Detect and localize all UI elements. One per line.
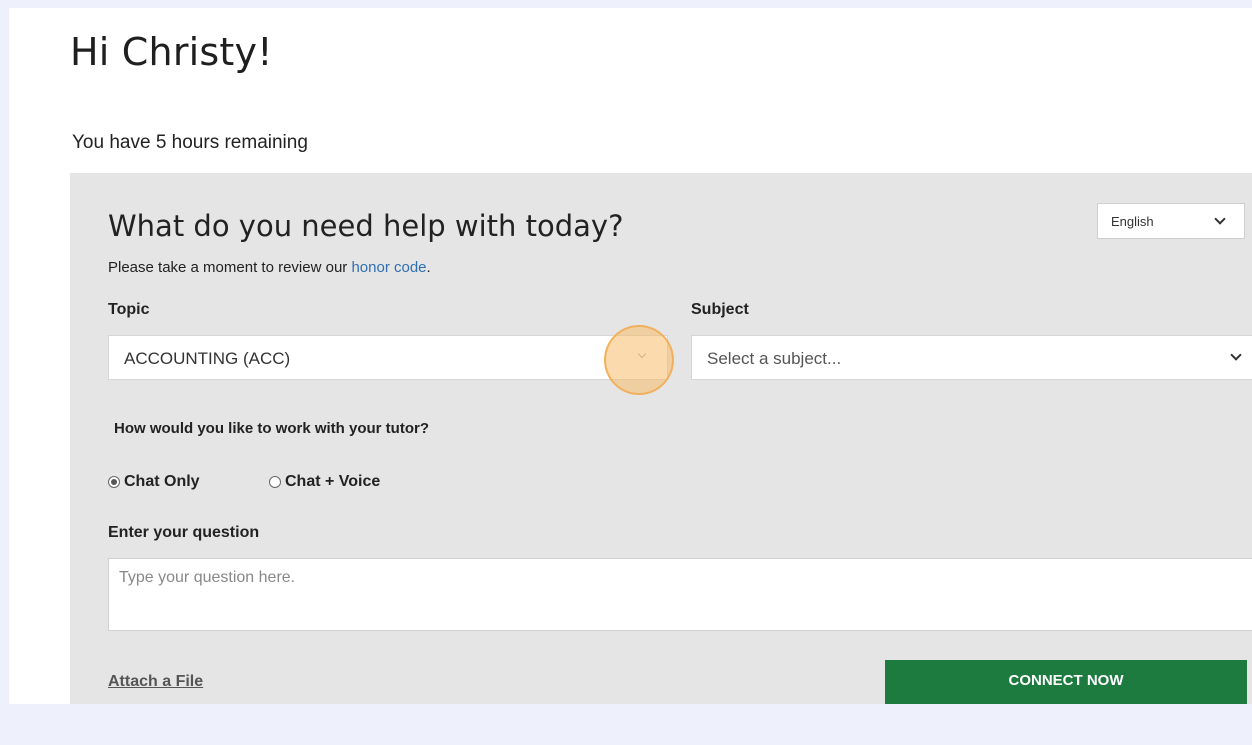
work-mode-question: How would you like to work with your tut… — [114, 420, 429, 437]
topic-select[interactable]: ACCOUNTING (ACC) — [108, 335, 668, 380]
question-label: Enter your question — [108, 524, 260, 541]
chat-only-label: Chat Only — [124, 473, 200, 490]
honor-code-suffix: . — [426, 259, 431, 276]
subject-placeholder: Select a subject... — [707, 349, 842, 368]
language-selected-value: English — [1111, 214, 1154, 229]
chevron-down-icon — [1214, 213, 1226, 225]
help-request-panel: What do you need help with today? Englis… — [70, 173, 1252, 704]
greeting-heading: Hi Christy! — [70, 30, 273, 74]
chevron-down-icon — [1230, 349, 1242, 361]
hours-remaining-text: You have 5 hours remaining — [72, 132, 308, 153]
topic-selected-value: ACCOUNTING (ACC) — [124, 349, 291, 368]
question-input[interactable] — [108, 558, 1252, 631]
honor-code-link[interactable]: honor code — [351, 259, 426, 276]
chat-voice-label: Chat + Voice — [285, 473, 381, 490]
topic-label: Topic — [108, 301, 150, 318]
radio-checked-icon — [108, 476, 120, 488]
connect-now-button[interactable]: CONNECT NOW — [885, 660, 1247, 704]
attach-file-link[interactable]: Attach a File — [108, 673, 203, 691]
panel-title: What do you need help with today? — [108, 209, 624, 243]
subject-select[interactable]: Select a subject... — [691, 335, 1252, 380]
click-indicator — [604, 325, 674, 395]
language-select[interactable]: English — [1097, 203, 1245, 239]
subject-label: Subject — [691, 301, 749, 318]
page-frame: Hi Christy! You have 5 hours remaining W… — [9, 8, 1252, 704]
radio-unchecked-icon — [269, 476, 281, 488]
honor-code-notice: Please take a moment to review our honor… — [108, 259, 431, 276]
honor-code-prefix: Please take a moment to review our — [108, 259, 352, 276]
